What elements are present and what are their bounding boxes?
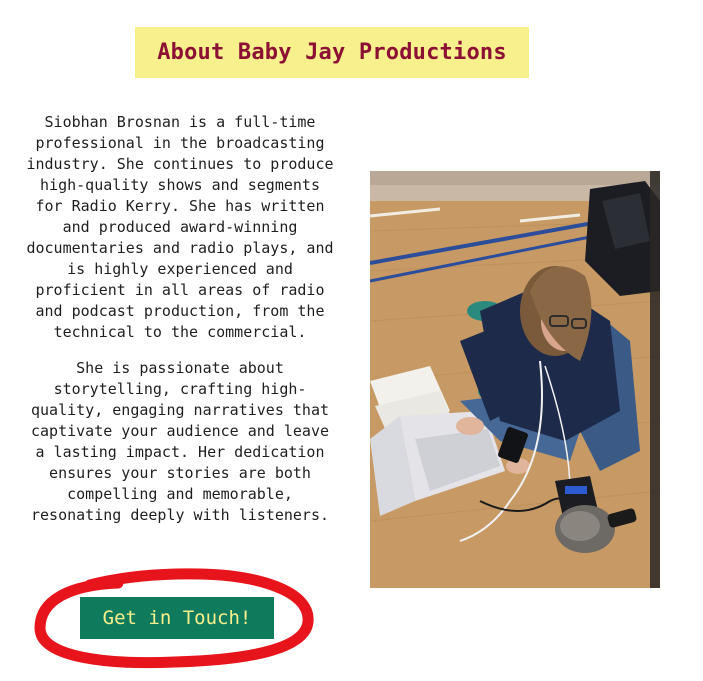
section-title: About Baby Jay Productions xyxy=(157,40,507,65)
section-title-banner: About Baby Jay Productions xyxy=(135,27,529,78)
get-in-touch-button[interactable]: Get in Touch! xyxy=(80,597,274,639)
profile-photo xyxy=(370,171,660,588)
bio-text-block: Siobhan Brosnan is a full-time professio… xyxy=(24,112,336,533)
bio-paragraph-2: She is passionate about storytelling, cr… xyxy=(30,359,329,524)
bio-paragraph-1: Siobhan Brosnan is a full-time professio… xyxy=(26,113,334,341)
